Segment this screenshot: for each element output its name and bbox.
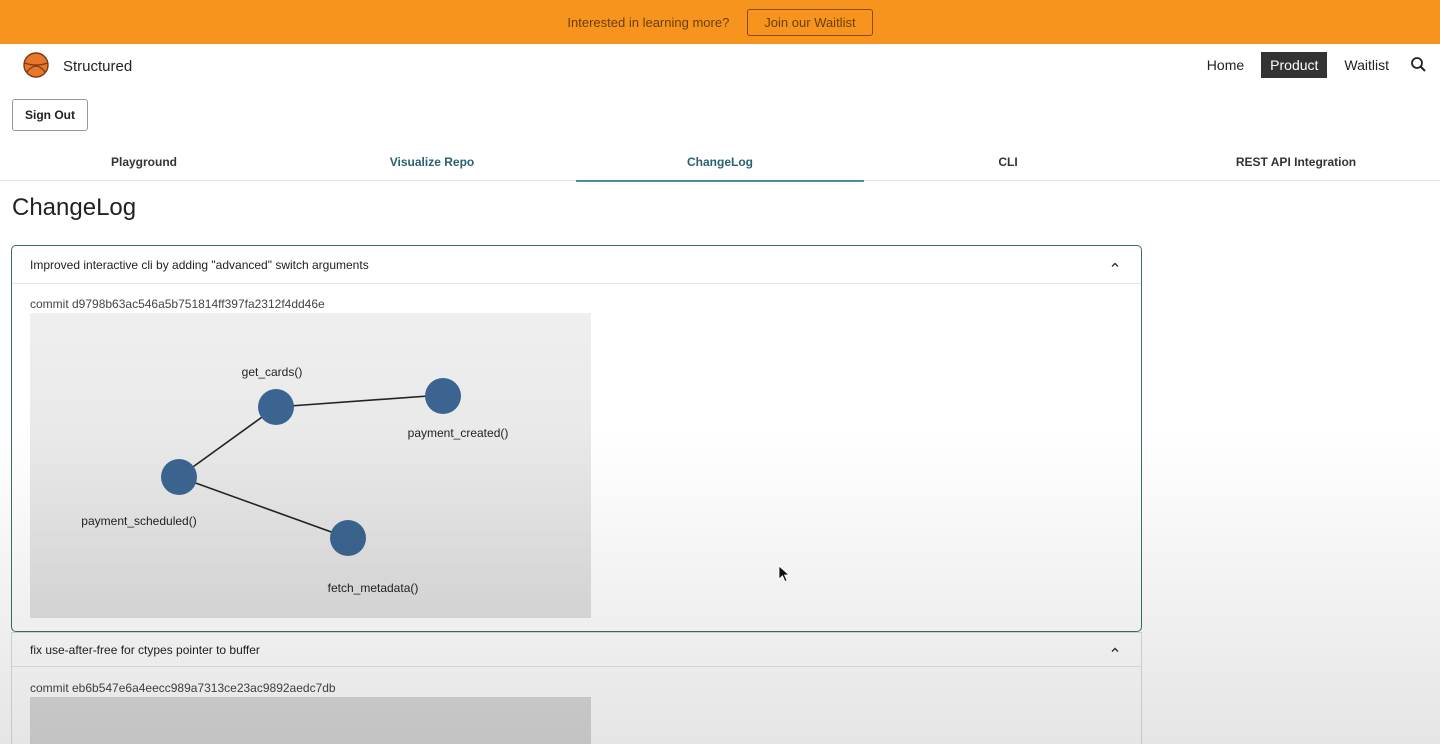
- commit-hash: commit d9798b63ac546a5b751814ff397fa2312…: [30, 297, 325, 311]
- node-label: fetch_metadata(): [328, 581, 419, 595]
- graph-node-get-cards[interactable]: [258, 389, 294, 425]
- page-title: ChangeLog: [12, 194, 137, 221]
- nav-product[interactable]: Product: [1261, 52, 1328, 78]
- tab-bar: Playground Visualize Repo ChangeLog CLI …: [0, 142, 1440, 182]
- basketball-logo-icon[interactable]: [23, 52, 49, 78]
- node-label: payment_scheduled(): [81, 514, 196, 528]
- tab-visualize-repo[interactable]: Visualize Repo: [288, 142, 576, 181]
- tab-cli[interactable]: CLI: [864, 142, 1152, 181]
- chevron-up-icon[interactable]: [1109, 644, 1121, 656]
- graph-node-fetch-metadata[interactable]: [330, 520, 366, 556]
- join-waitlist-button[interactable]: Join our Waitlist: [747, 8, 873, 36]
- entry-title: fix use-after-free for ctypes pointer to…: [30, 642, 260, 657]
- commit-hash: commit eb6b547e6a4eecc989a7313ce23ac9892…: [30, 681, 336, 695]
- node-label: payment_created(): [408, 426, 509, 440]
- promo-banner: Interested in learning more? Join our Wa…: [0, 0, 1440, 44]
- accordion-header[interactable]: fix use-after-free for ctypes pointer to…: [12, 633, 1141, 667]
- brand-name[interactable]: Structured: [63, 58, 132, 75]
- sign-out-button[interactable]: Sign Out: [12, 99, 88, 131]
- tab-playground[interactable]: Playground: [0, 142, 288, 181]
- tab-rest-api-integration[interactable]: REST API Integration: [1152, 142, 1440, 181]
- entry-title: Improved interactive cli by adding "adva…: [30, 257, 369, 272]
- banner-text: Interested in learning more?: [567, 14, 730, 30]
- changelog-entry: fix use-after-free for ctypes pointer to…: [11, 632, 1142, 744]
- call-graph[interactable]: get_cards() payment_created() payment_sc…: [30, 313, 591, 618]
- tab-changelog[interactable]: ChangeLog: [576, 142, 864, 182]
- changelog-entry: Improved interactive cli by adding "adva…: [11, 245, 1142, 632]
- main-nav: Home Product Waitlist: [1190, 52, 1430, 78]
- node-label: get_cards(): [242, 365, 303, 379]
- nav-waitlist[interactable]: Waitlist: [1335, 52, 1398, 78]
- graph-node-payment-scheduled[interactable]: [161, 459, 197, 495]
- graph-background: [30, 313, 591, 618]
- search-icon[interactable]: [1408, 54, 1430, 76]
- chevron-up-icon[interactable]: [1109, 259, 1121, 271]
- call-graph[interactable]: [30, 697, 591, 744]
- graph-node-payment-created[interactable]: [425, 378, 461, 414]
- accordion-header[interactable]: Improved interactive cli by adding "adva…: [12, 246, 1141, 284]
- nav-home[interactable]: Home: [1198, 52, 1253, 78]
- site-header: Structured Home Product Waitlist: [0, 44, 1440, 90]
